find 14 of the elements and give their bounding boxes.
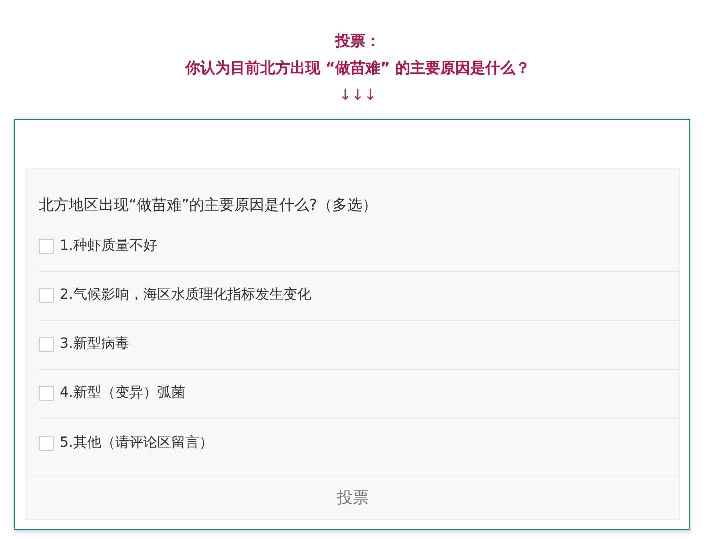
checkbox[interactable] (39, 436, 54, 450)
poll-question: 北方地区出现“做苗难”的主要原因是什么?（多选） (38, 195, 379, 216)
down-arrows: ↓↓↓ (338, 85, 378, 106)
option-label[interactable]: 2.气候影响，海区水质理化指标发生变化 (60, 285, 312, 306)
poll-intro-question: 你认为目前北方出现 “做苗难” 的主要原因是什么？ (184, 58, 532, 79)
checkbox[interactable] (39, 337, 54, 352)
option-label[interactable]: 5.其他（请评论区留言） (60, 432, 214, 454)
checkbox[interactable] (39, 239, 54, 254)
poll-heading: 投票： (334, 31, 382, 52)
option-label[interactable]: 4.新型（变异）弧菌 (60, 383, 186, 404)
option-label[interactable]: 3.新型病毒 (60, 334, 130, 355)
checkbox[interactable] (39, 288, 54, 303)
option-label[interactable]: 1.种虾质量不好 (60, 236, 158, 257)
checkbox[interactable] (39, 386, 54, 401)
